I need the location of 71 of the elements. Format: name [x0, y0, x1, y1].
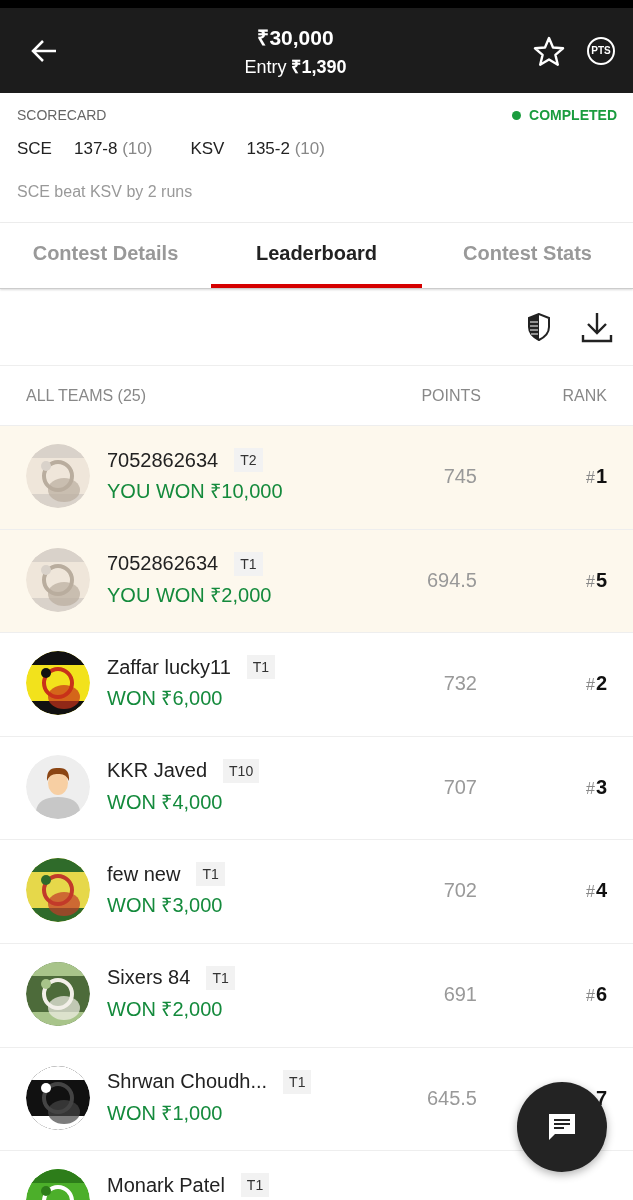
rank-hash: #	[585, 779, 595, 798]
leaderboard-row[interactable]: few new T1 WON ₹3,000 702 #4	[0, 840, 633, 944]
team-owner-name: few new	[107, 862, 181, 886]
team-score: 137-8 (10)	[73, 139, 153, 159]
team-score: 135-2 (10)	[246, 139, 325, 159]
leaderboard-row[interactable]: 7052862634 T2 YOU WON ₹10,000 745 #1	[0, 426, 633, 530]
team-tag: T10	[223, 758, 260, 783]
back-icon[interactable]	[30, 38, 58, 63]
rank-value: 5	[595, 568, 607, 592]
winnings: YOU WON ₹10,000	[107, 479, 284, 504]
rank-hash: #	[585, 883, 595, 902]
winnings: WON ₹3,000	[107, 893, 224, 919]
team-tag: T1	[240, 1173, 270, 1198]
scorecard-title: SCORECARD	[17, 107, 107, 123]
points-value: 707	[442, 775, 477, 799]
column-header: RANK	[561, 386, 607, 405]
rank-value: 6	[595, 982, 607, 1006]
team-name: KSV	[190, 139, 225, 159]
winnings: WON ₹4,000	[107, 789, 224, 815]
rank-hash: #	[585, 469, 595, 487]
team-owner-name: KKR Javed	[107, 759, 208, 783]
team-owner-name: 7052862634	[107, 552, 219, 576]
points-value: 745	[442, 465, 477, 488]
status-dot	[512, 110, 522, 120]
leaderboard-row[interactable]: Zaffar lucky11 T1 WON ₹6,000 732 #2	[0, 633, 633, 737]
column-header: POINTS	[420, 386, 481, 405]
avatar-icon	[26, 754, 90, 819]
points-value: 691	[442, 982, 477, 1006]
team-owner-name: Sixers 84	[107, 966, 191, 990]
rank-hash: #	[585, 676, 595, 695]
winnings: YOU WON ₹2,000	[107, 582, 273, 608]
team-tag: T1	[234, 551, 263, 576]
leaderboard-row[interactable]: 7052862634 T1 YOU WON ₹2,000 694.5 #5	[0, 529, 633, 634]
leaderboard-row[interactable]: KKR Javed T10 WON ₹4,000 707 #3	[0, 736, 633, 841]
winnings: WON ₹6,000	[107, 686, 224, 712]
entry-fee: Entry ₹1,390	[244, 56, 347, 78]
rank-value: 2	[595, 672, 607, 696]
rank-value: 4	[595, 879, 607, 903]
team-tag: T1	[196, 862, 225, 887]
prize-pool: ₹30,000	[257, 25, 334, 51]
points-value: 702	[442, 879, 477, 903]
shield-icon[interactable]	[527, 312, 551, 342]
chat-button[interactable]	[517, 1082, 607, 1172]
chat-icon	[546, 1111, 578, 1143]
team-owner-name: Monark Patel	[107, 1173, 225, 1197]
rank-hash: #	[585, 572, 595, 591]
points-value: 694.5	[425, 568, 477, 592]
rank-hash: #	[585, 986, 595, 1005]
points-value: 732	[442, 672, 477, 696]
team-owner-name: Shrwan Choudh...	[107, 1070, 268, 1094]
winnings: WON ₹1,000	[107, 1100, 224, 1126]
star-icon[interactable]	[533, 35, 565, 66]
rank-value: 1	[595, 465, 607, 488]
download-icon[interactable]	[581, 311, 613, 343]
tab[interactable]: Leaderboard	[211, 223, 422, 288]
team-tag: T1	[283, 1069, 312, 1094]
match-status: COMPLETED	[512, 107, 617, 123]
team-name: SCE	[17, 139, 52, 159]
points-value: 645.5	[425, 1086, 477, 1110]
team-owner-name: Zaffar lucky11	[107, 655, 231, 679]
rank-value: 3	[595, 775, 607, 799]
rank-value: 7	[595, 1086, 607, 1110]
team-tag: T1	[206, 965, 235, 990]
team-tag: T2	[234, 448, 263, 472]
team-tag: T1	[246, 655, 276, 680]
winnings: WON ₹2,000	[107, 996, 224, 1022]
team-owner-name: 7052862634	[107, 448, 219, 472]
match-result: SCE beat KSV by 2 runs	[17, 183, 194, 201]
points-button[interactable]: PTS	[587, 36, 615, 65]
leaderboard-row[interactable]: Sixers 84 T1 WON ₹2,000 691 #6	[0, 943, 633, 1048]
column-header: ALL TEAMS (25)	[26, 386, 148, 405]
